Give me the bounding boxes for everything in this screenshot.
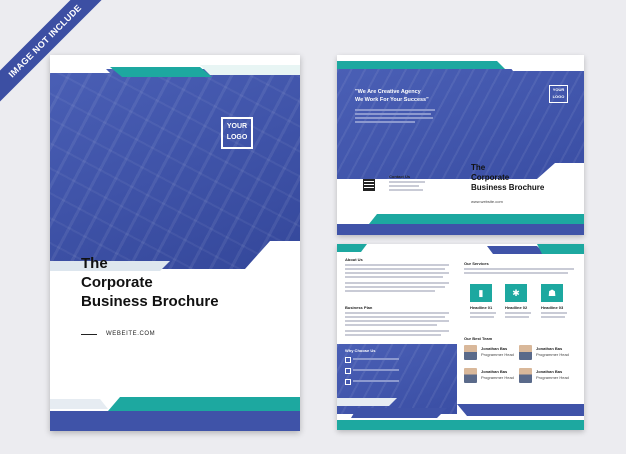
team-member-role: Programmer Head: [536, 352, 569, 357]
team-member-name: Jonathan Bas: [481, 369, 508, 374]
brochure-inner-spread: About Us Business Plan Why Choose Us Our…: [337, 244, 584, 430]
inner-spread-top-shapes: [337, 244, 584, 254]
cover-title-line1: The: [81, 255, 108, 272]
contact-heading: Contact Us: [389, 174, 411, 179]
outer-spread-headline: "We Are Creative Agency We Work For Your…: [355, 88, 429, 104]
inner-spread-bottom-shapes: [337, 398, 584, 430]
team-member-photo: [464, 368, 477, 383]
cover-website: WEBEITE.COM: [106, 331, 156, 337]
outer-logo-line2: LOGO: [552, 93, 565, 99]
team-member-photo: [519, 368, 532, 383]
cover-title-line2: Corporate: [81, 274, 153, 291]
service-headline-3: Headline 03: [541, 305, 564, 310]
services-heading: Our Services: [464, 261, 489, 266]
cover-logo-line1: YOUR: [226, 123, 248, 130]
outer-title-line2: Corporate: [471, 173, 510, 182]
outer-spread-website: www.website.com: [471, 199, 503, 204]
team-member-role: Programmer Head: [536, 375, 569, 380]
cover-bottom-shapes: [50, 397, 300, 431]
outer-title-line1: The: [471, 163, 486, 172]
brochure-outer-spread: "We Are Creative Agency We Work For Your…: [337, 55, 584, 235]
cover-logo: YOUR LOGO: [221, 117, 253, 149]
cover-divider: [81, 334, 97, 335]
team-member-name: Jonathan Bas: [536, 346, 563, 351]
service-headline-2: Headline 02: [505, 305, 528, 310]
qr-code-icon: [363, 179, 375, 191]
team-member-photo: [464, 345, 477, 360]
service-headline-1: Headline 01: [470, 305, 493, 310]
outer-spread-title: The Corporate Business Brochure: [471, 163, 544, 193]
team-member-role: Programmer Head: [481, 352, 514, 357]
checkbox-icon: [345, 368, 351, 374]
team-member-name: Jonathan Bas: [481, 346, 508, 351]
why-choose-heading: Why Choose Us: [345, 348, 376, 353]
cover-title-line3: Business Brochure: [81, 293, 219, 310]
team-member-name: Jonathan Bas: [536, 369, 563, 374]
checkbox-icon: [345, 379, 351, 385]
outer-spread-logo: YOUR LOGO: [549, 85, 568, 103]
team-member-photo: [519, 345, 532, 360]
cover-title: The Corporate Business Brochure: [81, 254, 219, 311]
outer-spread-bottom-shapes: [337, 214, 584, 235]
about-heading: About Us: [345, 257, 363, 262]
people-icon: ☗: [541, 284, 563, 302]
cover-top-shapes: [50, 55, 300, 77]
team-member-role: Programmer Head: [481, 375, 514, 380]
gear-icon: ✱: [505, 284, 527, 302]
cover-logo-line2: LOGO: [226, 134, 248, 141]
headline-line1: "We Are Creative Agency: [355, 89, 421, 95]
checkbox-icon: [345, 357, 351, 363]
team-heading: Our Best Team: [464, 336, 493, 341]
headline-line2: We Work For Your Success": [355, 97, 429, 103]
chart-icon: ▮: [470, 284, 492, 302]
brochure-cover-page: YOUR LOGO The Corporate Business Brochur…: [50, 55, 300, 431]
business-plan-heading: Business Plan: [345, 305, 373, 310]
outer-title-line3: Business Brochure: [471, 183, 545, 192]
outer-spread-top-shapes: [337, 55, 584, 71]
